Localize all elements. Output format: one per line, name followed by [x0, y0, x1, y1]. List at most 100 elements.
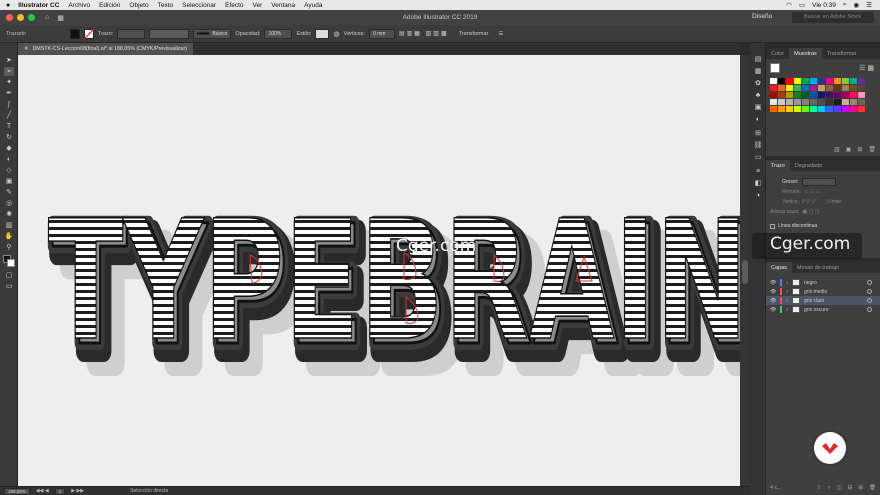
layer-row-selected[interactable]: 👁 › gris claro [766, 296, 880, 305]
zoom-select[interactable]: 188,05% [4, 487, 30, 495]
expand-chevron-icon[interactable]: › [786, 298, 788, 304]
layer-name[interactable]: gris claro [804, 298, 824, 304]
color-swatch[interactable] [802, 85, 809, 91]
color-swatch[interactable] [834, 78, 841, 84]
workspace-switcher[interactable]: Diseño [752, 13, 772, 20]
visibility-eye-icon[interactable]: 👁 [770, 289, 776, 295]
target-circle-icon[interactable] [867, 298, 872, 303]
menu-edicion[interactable]: Edición [99, 2, 120, 9]
visibility-eye-icon[interactable]: 👁 [770, 298, 776, 304]
color-swatch[interactable] [770, 78, 777, 84]
shape-builder-tool-icon[interactable]: ◇ [4, 166, 14, 175]
color-swatch[interactable] [850, 85, 857, 91]
artboard-nav-next-icons[interactable]: ▶ ▶▶ [71, 488, 84, 494]
document-tab[interactable]: ✕ DMSTK-CS-Leccion08(final).ai* al 188,0… [18, 43, 193, 55]
color-swatch[interactable] [858, 85, 865, 91]
artboard-select[interactable]: 1 [54, 487, 66, 495]
color-swatch[interactable] [794, 78, 801, 84]
color-swatch[interactable] [842, 92, 849, 98]
type-tool-icon[interactable]: T [4, 122, 14, 131]
clipping-mask-icon[interactable]: ◫ [837, 485, 842, 492]
swatch-grid[interactable] [770, 78, 865, 112]
color-swatch[interactable] [794, 99, 801, 105]
color-swatch[interactable] [858, 92, 865, 98]
color-swatch[interactable] [802, 92, 809, 98]
links-icon[interactable]: ⛓ [753, 141, 763, 151]
target-circle-icon[interactable] [867, 280, 872, 285]
typebrain-artwork[interactable]: TYPEBRAIN TYPEBRAIN TYPEBRAIN TYPEBRAIN … [18, 55, 740, 486]
clock[interactable]: Vie 0:39 [812, 2, 836, 9]
apple-icon[interactable]: ● [6, 2, 10, 9]
swatch-view-icons[interactable]: ☰ ▦ [859, 64, 874, 72]
visibility-eye-icon[interactable]: 👁 [770, 307, 776, 313]
recolor-icon[interactable]: ◍ [333, 30, 339, 38]
color-swatch[interactable] [786, 99, 793, 105]
notifications-icon[interactable]: ☰ [866, 1, 872, 9]
color-swatch[interactable] [778, 106, 785, 112]
blend-tool-icon[interactable]: ◎ [4, 199, 14, 208]
fill-swatch[interactable] [70, 28, 80, 39]
color-swatch[interactable] [794, 85, 801, 91]
expand-chevron-icon[interactable]: › [786, 307, 788, 313]
color-swatch[interactable] [810, 78, 817, 84]
align-stroke-icons[interactable]: ▣ ▢ ▢ [802, 209, 819, 215]
target-circle-icon[interactable] [867, 289, 872, 294]
color-swatch[interactable] [810, 85, 817, 91]
stroke-weight-field[interactable] [801, 178, 836, 186]
locate-object-icon[interactable]: ⌕ [828, 485, 831, 492]
layer-name[interactable]: gris medio [804, 289, 827, 295]
new-swatch-icon[interactable]: ⊞ [857, 146, 862, 153]
color-swatch[interactable] [802, 99, 809, 105]
dashed-line-checkbox[interactable] [770, 223, 775, 229]
artboards-icon[interactable]: ▭ [753, 153, 763, 163]
selection-tool-icon[interactable]: ➤ [4, 56, 14, 65]
graph-tool-icon[interactable]: ▥ [4, 221, 14, 230]
tab-transformar[interactable]: Transformar [822, 48, 862, 59]
gradient-panel-icon[interactable]: ◧ [753, 179, 763, 189]
brushes-icon[interactable]: ✿ [753, 79, 763, 89]
delete-layer-icon[interactable]: 🗑 [869, 485, 876, 492]
brush-definition-select[interactable]: Básico [193, 28, 232, 39]
color-swatch[interactable] [826, 99, 833, 105]
opacity-input[interactable]: 100% [264, 28, 293, 39]
properties-icon[interactable]: ▤ [753, 55, 763, 65]
menu-ver[interactable]: Ver [253, 2, 263, 9]
new-layer-icon[interactable]: ⊞ [858, 485, 863, 492]
color-swatch[interactable] [818, 92, 825, 98]
direct-selection-tool-icon[interactable]: ➢ [4, 67, 14, 76]
color-swatch[interactable] [842, 106, 849, 112]
color-swatch[interactable] [818, 99, 825, 105]
symbol-sprayer-tool-icon[interactable]: ✺ [4, 210, 14, 219]
artboard-nav-icons[interactable]: ◀◀ ◀ [36, 488, 49, 494]
layer-row[interactable]: 👁 › negro [766, 278, 880, 287]
color-swatch[interactable] [850, 92, 857, 98]
color-swatch[interactable] [834, 106, 841, 112]
document-canvas[interactable]: TYPEBRAIN TYPEBRAIN TYPEBRAIN TYPEBRAIN … [18, 55, 740, 486]
transform-link[interactable]: Transformar [459, 31, 489, 37]
color-swatch[interactable] [778, 85, 785, 91]
artboard[interactable]: TYPEBRAIN TYPEBRAIN TYPEBRAIN TYPEBRAIN … [18, 55, 740, 486]
menu-efecto[interactable]: Efecto [225, 2, 243, 9]
tab-trazo[interactable]: Trazo [766, 160, 790, 171]
color-swatch[interactable] [834, 92, 841, 98]
color-swatch[interactable] [770, 99, 777, 105]
curvature-tool-icon[interactable]: ∫ [4, 100, 14, 109]
color-swatch[interactable] [818, 85, 825, 91]
tab-muestras[interactable]: Muestras [789, 48, 822, 59]
menu-objeto[interactable]: Objeto [129, 2, 148, 9]
color-swatch[interactable] [794, 92, 801, 98]
more-options-icon[interactable]: ☰ [498, 31, 503, 37]
align-icons[interactable]: ▤▥▦ ▧▨▩ [399, 30, 449, 37]
color-swatch[interactable] [842, 99, 849, 105]
delete-swatch-icon[interactable]: 🗑 [868, 146, 876, 153]
variable-width-select[interactable] [149, 28, 190, 39]
active-fill-swatch[interactable] [770, 63, 780, 73]
color-swatch[interactable] [778, 78, 785, 84]
corner-icons[interactable]: ◸ ◸ ◸ [802, 199, 816, 205]
new-color-group-icon[interactable]: ▣ [846, 146, 852, 153]
color-swatch[interactable] [826, 78, 833, 84]
tab-capas[interactable]: Capas [766, 262, 792, 273]
color-swatch[interactable] [794, 106, 801, 112]
battery-icon[interactable]: ▭ [799, 1, 805, 9]
color-swatch[interactable] [802, 106, 809, 112]
